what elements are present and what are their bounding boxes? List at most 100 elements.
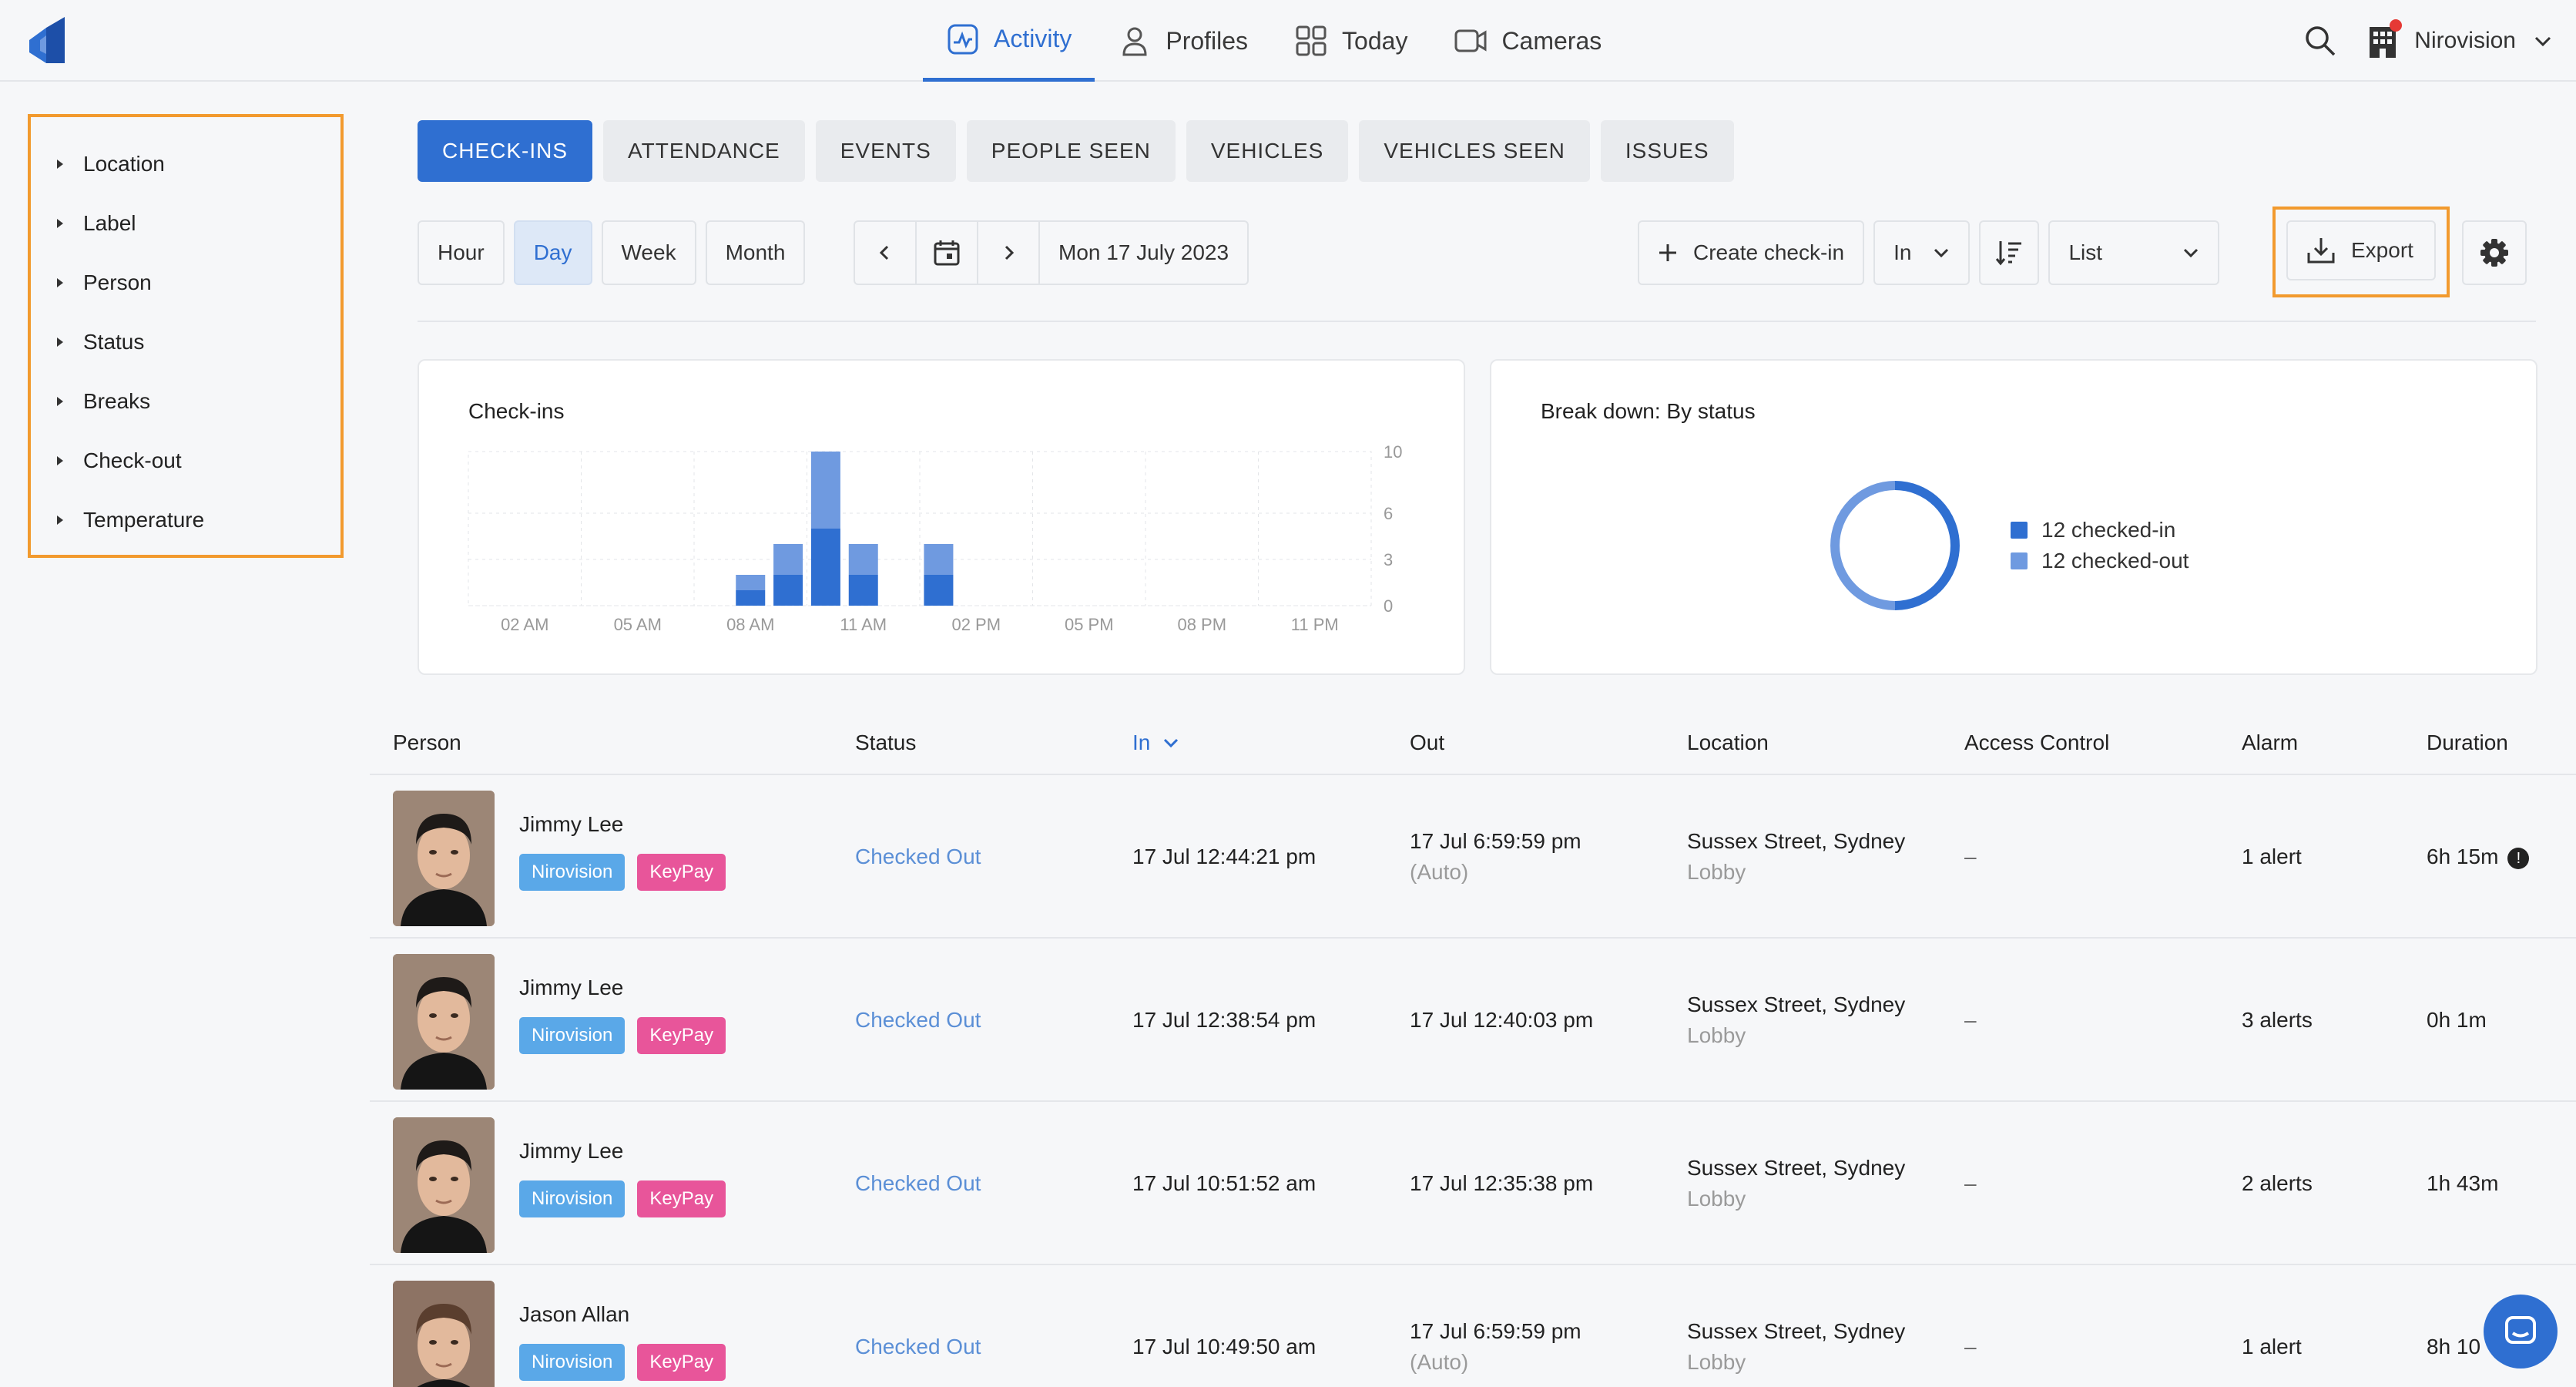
y-tick-label: 10 [1384, 442, 1402, 462]
check-ins-bar-chart: 10 6 3 0 02 AM 05 AM 08 AM 11 AM 02 PM 05 PM 08 PM… [468, 442, 1402, 634]
filter-label[interactable]: Label [57, 193, 340, 253]
range-hour-button[interactable]: Hour [418, 220, 505, 285]
tab-issues[interactable]: ISSUES [1600, 120, 1734, 182]
person-labels: Nirovision KeyPay [519, 1180, 726, 1217]
settings-button[interactable] [2462, 220, 2527, 285]
col-access-control[interactable]: Access Control [1964, 730, 2109, 755]
avatar[interactable] [393, 1281, 495, 1387]
access-control-value: – [1964, 1171, 1977, 1195]
donut-slice [1894, 481, 1960, 610]
x-tick-label: 05 PM [1065, 615, 1114, 634]
alarm-value[interactable]: 1 alert [2242, 841, 2302, 872]
view-select[interactable]: List [2048, 220, 2220, 285]
col-status[interactable]: Status [855, 730, 916, 755]
filter-person[interactable]: Person [57, 253, 340, 312]
status-value[interactable]: Checked Out [855, 841, 981, 872]
caret-right-icon [57, 455, 63, 465]
nav-today-label: Today [1342, 26, 1408, 55]
avatar[interactable] [393, 1117, 495, 1253]
sort-button[interactable] [1979, 220, 2040, 285]
filter-breaks[interactable]: Breaks [57, 371, 340, 431]
chevron-right-icon [1005, 245, 1015, 260]
person-labels: Nirovision KeyPay [519, 854, 726, 891]
nav-profiles-label: Profiles [1166, 26, 1249, 55]
filter-status[interactable]: Status [57, 312, 340, 371]
sublocation-name: Lobby [1687, 1187, 1746, 1211]
direction-select[interactable]: In [1873, 220, 1971, 285]
out-note: (Auto) [1410, 860, 1469, 884]
col-in[interactable]: In [1132, 730, 1179, 755]
filter-label: Temperature [83, 507, 205, 532]
org-switcher[interactable]: Nirovision [2368, 19, 2553, 58]
status-value[interactable]: Checked Out [855, 1168, 981, 1199]
location-name: Sussex Street, Sydney [1687, 829, 1906, 853]
prev-date-button[interactable] [855, 222, 917, 284]
main-nav: Activity Profiles Today Cameras [923, 0, 1625, 82]
direction-select-value: In [1893, 240, 1912, 264]
export-button[interactable]: Export [2286, 220, 2436, 280]
caret-right-icon [57, 515, 63, 525]
nav-profiles[interactable]: Profiles [1095, 0, 1271, 82]
filter-label: Person [83, 270, 152, 294]
tab-attendance[interactable]: ATTENDANCE [603, 120, 805, 182]
status-value[interactable]: Checked Out [855, 1332, 981, 1362]
avatar[interactable] [393, 954, 495, 1090]
filter-check-out[interactable]: Check-out [57, 431, 340, 490]
tab-events[interactable]: EVENTS [815, 120, 956, 182]
table-row[interactable]: Jimmy Lee Nirovision KeyPay Checked Out … [370, 1103, 2576, 1265]
access-control-value: – [1964, 1008, 1977, 1032]
caret-right-icon [57, 396, 63, 406]
filter-label: Label [83, 210, 136, 235]
range-week-button[interactable]: Week [601, 220, 696, 285]
tab-vehicles-seen[interactable]: VEHICLES SEEN [1359, 120, 1590, 182]
bar-segment [810, 452, 840, 529]
range-day-button[interactable]: Day [513, 220, 592, 285]
col-out[interactable]: Out [1410, 730, 1444, 755]
table-row[interactable]: Jimmy Lee Nirovision KeyPay Checked Out … [370, 940, 2576, 1102]
chevron-down-icon [2184, 248, 2199, 258]
person-name[interactable]: Jimmy Lee [519, 1139, 623, 1164]
chevron-down-icon [1934, 248, 1949, 258]
filter-location[interactable]: Location [57, 134, 340, 193]
tab-people-seen[interactable]: PEOPLE SEEN [966, 120, 1176, 182]
location-name: Sussex Street, Sydney [1687, 1156, 1906, 1180]
person-name[interactable]: Jason Allan [519, 1302, 629, 1327]
camera-icon [1454, 29, 1487, 52]
grid-icon [1296, 25, 1327, 56]
out-note: (Auto) [1410, 1350, 1469, 1374]
alarm-value[interactable]: 1 alert [2242, 1332, 2302, 1362]
nav-today[interactable]: Today [1271, 0, 1431, 82]
filter-label: Breaks [83, 388, 151, 413]
range-month-button[interactable]: Month [705, 220, 806, 285]
search-icon[interactable] [2303, 24, 2337, 58]
avatar[interactable] [393, 791, 495, 926]
plus-icon [1659, 244, 1676, 261]
alarm-value[interactable]: 2 alerts [2242, 1168, 2313, 1199]
info-icon[interactable]: ! [2507, 847, 2530, 869]
next-date-button[interactable] [978, 222, 1040, 284]
y-tick-label: 6 [1384, 504, 1393, 523]
col-location[interactable]: Location [1687, 730, 1769, 755]
nav-cameras[interactable]: Cameras [1431, 0, 1625, 82]
filter-temperature[interactable]: Temperature [57, 490, 340, 549]
create-check-in-button[interactable]: Create check-in [1638, 220, 1865, 285]
tab-vehicles[interactable]: VEHICLES [1186, 120, 1349, 182]
person-name[interactable]: Jimmy Lee [519, 976, 623, 1000]
col-person[interactable]: Person [393, 730, 461, 755]
person-name[interactable]: Jimmy Lee [519, 812, 623, 837]
tab-check-ins[interactable]: CHECK-INS [418, 120, 593, 182]
col-duration[interactable]: Duration [2427, 730, 2508, 755]
table-row[interactable]: Jason Allan Nirovision KeyPay Checked Ou… [370, 1267, 2576, 1387]
status-value[interactable]: Checked Out [855, 1005, 981, 1036]
status-donut-chart [1830, 481, 1960, 610]
alarm-value[interactable]: 3 alerts [2242, 1005, 2313, 1036]
col-alarm[interactable]: Alarm [2242, 730, 2298, 755]
current-date[interactable]: Mon 17 July 2023 [1040, 222, 1247, 284]
duration-value: 6h 15m [2427, 845, 2499, 868]
calendar-button[interactable] [917, 222, 978, 284]
nav-activity[interactable]: Activity [923, 0, 1095, 82]
top-right-actions: Nirovision [2303, 0, 2553, 82]
chat-launcher-button[interactable] [2484, 1295, 2558, 1369]
table-row[interactable]: Jimmy Lee Nirovision KeyPay Checked Out … [370, 777, 2576, 939]
logo-icon[interactable] [29, 17, 65, 63]
